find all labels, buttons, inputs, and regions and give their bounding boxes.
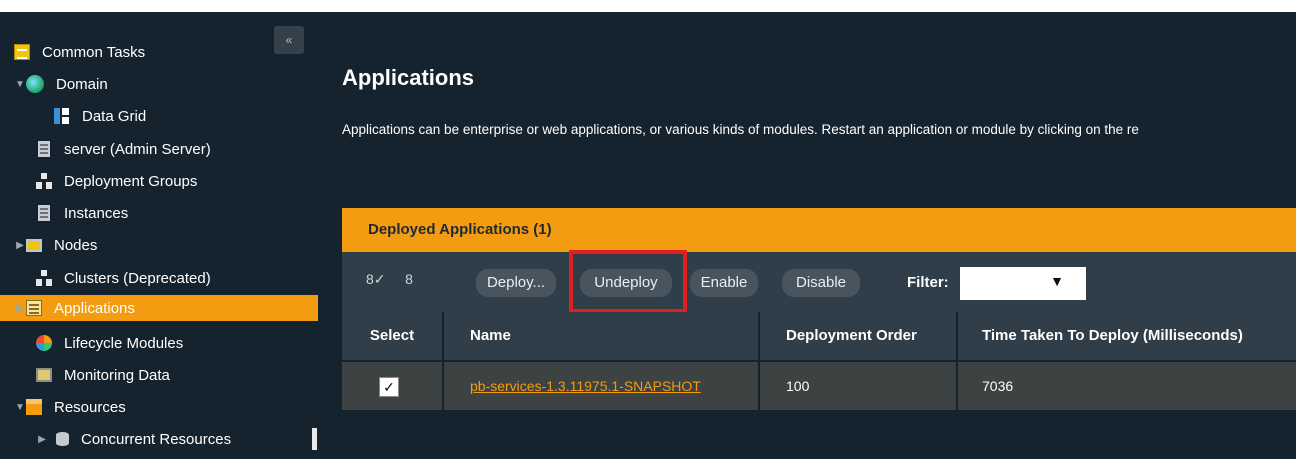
tree-item-label: Applications <box>54 299 135 317</box>
collapse-sidebar-button[interactable]: « <box>274 26 304 54</box>
tree-item-data-grid[interactable]: Data Grid <box>54 105 146 127</box>
row-checkbox[interactable]: ✓ <box>379 377 399 397</box>
deploy-button[interactable]: Deploy... <box>476 269 556 297</box>
tree-item-monitoring-data[interactable]: Monitoring Data <box>36 364 170 386</box>
monitor-icon <box>36 368 52 382</box>
resources-icon <box>26 399 42 415</box>
tree-item-label: Clusters (Deprecated) <box>64 269 211 287</box>
tree-item-clusters[interactable]: Clusters (Deprecated) <box>36 267 211 289</box>
console-window: « Common Tasks ▼ Domain Data Grid server… <box>0 0 1296 459</box>
tree-item-common-tasks[interactable]: Common Tasks <box>14 41 145 63</box>
tree-item-label: Data Grid <box>82 107 147 125</box>
filter-select[interactable]: ▼ <box>960 267 1086 300</box>
tree-item-label: Common Tasks <box>42 43 146 61</box>
tree-item-instances[interactable]: Instances <box>36 202 128 224</box>
tree-item-deployment-groups[interactable]: Deployment Groups <box>36 170 197 192</box>
sidebar-scrollbar[interactable] <box>312 428 317 450</box>
collapsed-arrow-icon[interactable]: ▶ <box>14 303 26 314</box>
tree-item-label: Nodes <box>54 236 98 254</box>
panel-header: Deployed Applications (1) <box>342 208 1296 252</box>
column-header-name[interactable]: Name <box>444 312 758 360</box>
tree-item-resources[interactable]: ▼ Resources <box>14 396 126 418</box>
expand-arrow-icon[interactable]: ▼ <box>14 79 26 90</box>
expand-arrow-icon[interactable]: ▼ <box>14 402 26 413</box>
filter-label: Filter: <box>907 274 949 291</box>
table-row-select-cell: ✓ <box>342 362 442 410</box>
collapsed-arrow-icon[interactable]: ▶ <box>14 240 26 251</box>
tree-item-label: Lifecycle Modules <box>64 334 184 352</box>
tree-item-lifecycle-modules[interactable]: Lifecycle Modules <box>36 332 183 354</box>
tree-item-concurrent-resources[interactable]: ▶ Concurrent Resources <box>36 428 231 450</box>
group-icon <box>36 173 52 189</box>
tree-item-label: Instances <box>64 204 129 222</box>
navigation-tree: « Common Tasks ▼ Domain Data Grid server… <box>0 12 318 459</box>
applications-icon <box>26 300 42 316</box>
column-header-deployment-order[interactable]: Deployment Order <box>760 312 956 360</box>
undeploy-highlight-box <box>569 250 687 313</box>
column-header-select[interactable]: Select <box>342 312 442 360</box>
lifecycle-icon <box>36 335 52 351</box>
server-icon <box>38 141 50 157</box>
main-content: Applications Applications can be enterpr… <box>318 12 1296 459</box>
page-description: Applications can be enterprise or web ap… <box>342 122 1139 137</box>
application-link[interactable]: pb-services-1.3.11975.1-SNAPSHOT <box>470 378 701 394</box>
tree-item-nodes[interactable]: ▶ Nodes <box>14 234 97 256</box>
tree-item-label: Resources <box>54 398 126 416</box>
collapsed-arrow-icon[interactable]: ▶ <box>36 434 48 445</box>
tasks-icon <box>14 44 30 60</box>
page-title: Applications <box>342 65 475 90</box>
tree-item-label: Domain <box>56 75 108 93</box>
group-icon <box>36 270 52 286</box>
deselect-all-icon[interactable]: 8 <box>400 270 418 288</box>
database-icon <box>56 432 69 446</box>
tree-item-applications[interactable]: ▶ Applications <box>0 295 318 321</box>
table-toolbar: 8✓ 8 Deploy... Undeploy Enable Disable F… <box>342 252 1296 312</box>
tree-item-server[interactable]: server (Admin Server) <box>36 138 211 160</box>
select-all-icon[interactable]: 8✓ <box>366 270 386 288</box>
column-header-time-taken[interactable]: Time Taken To Deploy (Milliseconds) <box>958 312 1296 360</box>
tree-item-label: Monitoring Data <box>64 366 170 384</box>
table-row-time-cell: 7036 <box>958 362 1296 410</box>
disable-button[interactable]: Disable <box>782 269 860 297</box>
globe-icon <box>26 75 44 93</box>
table-row-name-cell: pb-services-1.3.11975.1-SNAPSHOT <box>444 362 758 410</box>
tree-item-label: Concurrent Resources <box>81 430 232 448</box>
enable-button[interactable]: Enable <box>690 269 758 297</box>
node-icon <box>26 238 42 252</box>
tree-item-label: server (Admin Server) <box>64 140 211 158</box>
data-grid-icon <box>54 108 70 124</box>
dropdown-arrow-icon: ▼ <box>1050 273 1064 289</box>
collapse-icon: « <box>285 33 293 47</box>
tree-item-label: Deployment Groups <box>64 172 198 190</box>
table-row-order-cell: 100 <box>760 362 956 410</box>
server-icon <box>38 205 50 221</box>
tree-item-domain[interactable]: ▼ Domain <box>14 73 108 95</box>
